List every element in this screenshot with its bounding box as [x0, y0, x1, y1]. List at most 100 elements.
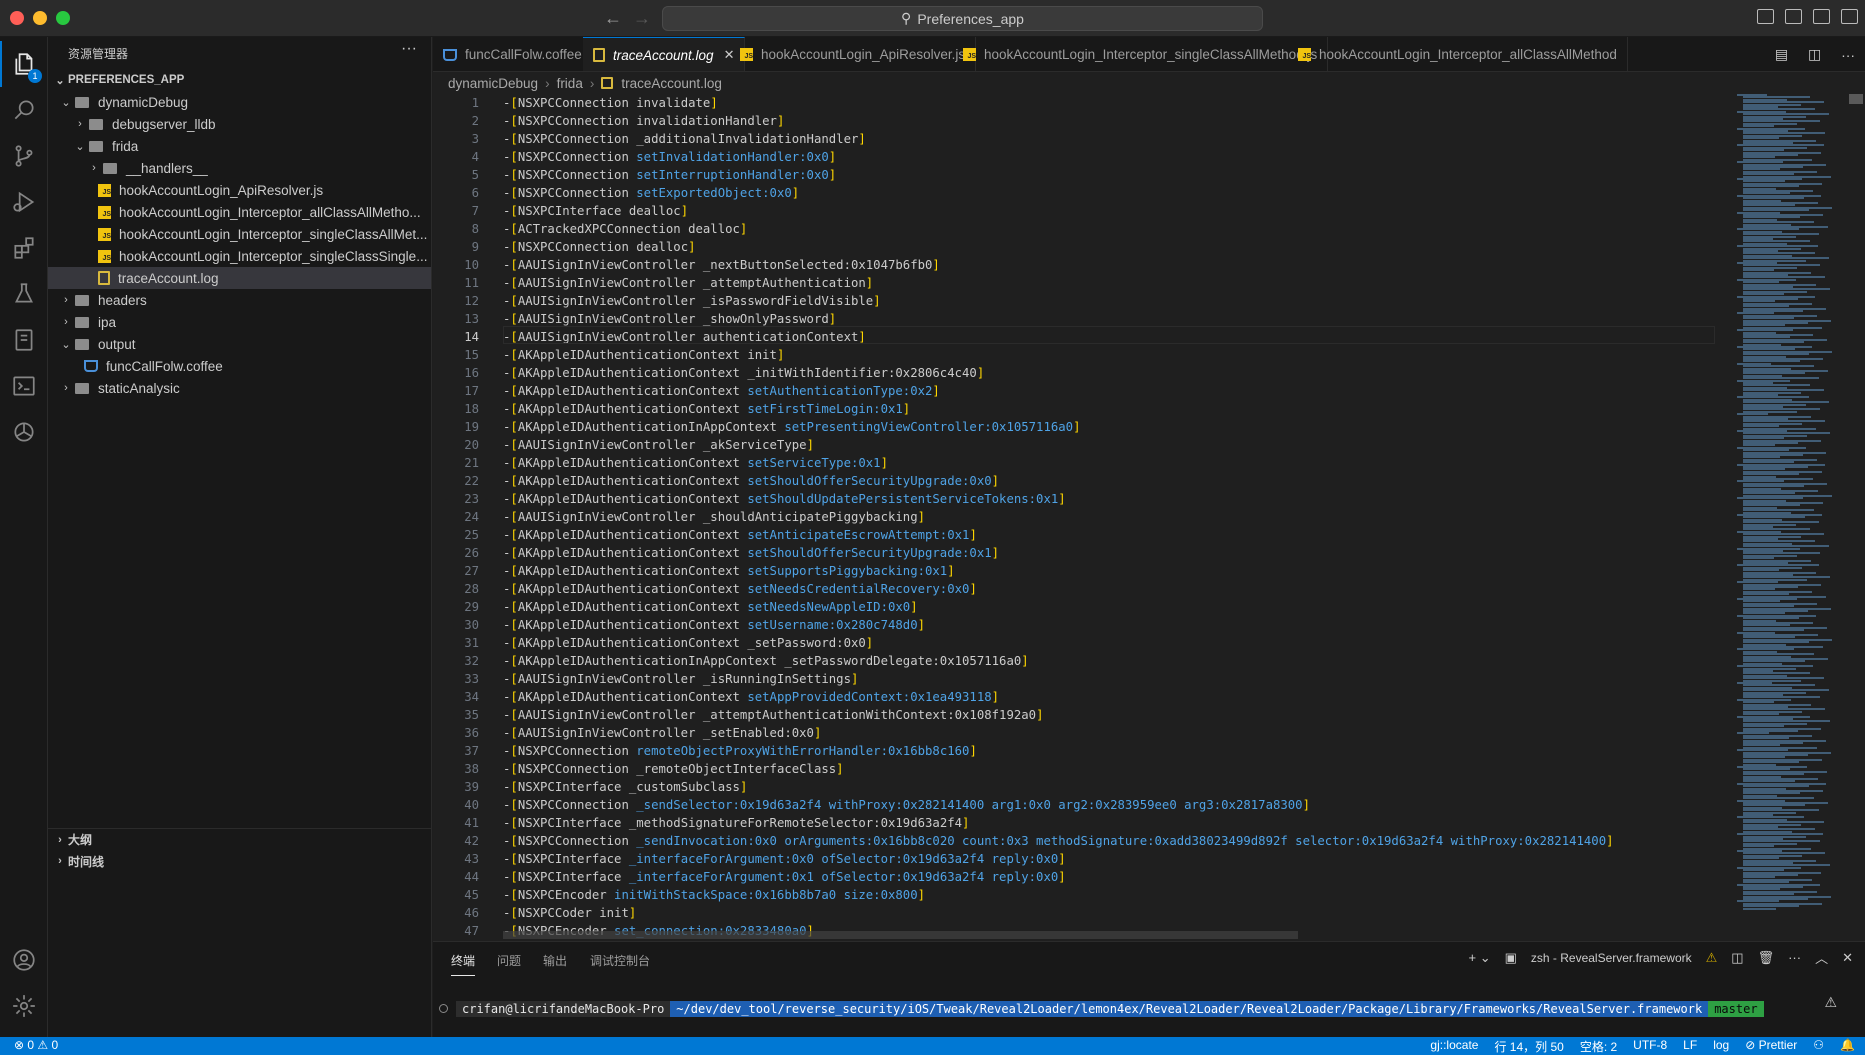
- indentation[interactable]: 空格: 2: [1580, 1038, 1617, 1055]
- split-editor-icon[interactable]: ◫: [1808, 46, 1821, 63]
- breadcrumb-item[interactable]: frida: [557, 76, 583, 91]
- line-text: -[AKAppleIDAuthenticationContext init]: [503, 348, 785, 362]
- terminal-prompt[interactable]: crifan@licrifandeMacBook-Pro ~/dev/dev_t…: [439, 1000, 1764, 1017]
- terminal-icon[interactable]: [0, 363, 48, 409]
- more-actions-icon[interactable]: ···: [1841, 47, 1855, 63]
- open-preview-icon[interactable]: ▤: [1775, 46, 1788, 63]
- workspace-root[interactable]: ⌄ PREFERENCES_APP: [48, 69, 431, 91]
- warning-icon[interactable]: ⚠: [1824, 994, 1837, 1011]
- line-number: 32: [464, 654, 479, 668]
- tree-folder[interactable]: › ipa: [48, 311, 431, 333]
- status-item[interactable]: gj::locate: [1430, 1038, 1478, 1055]
- code-line: 40 -[NSXPCConnection _sendSelector:0x19d6…: [433, 796, 1733, 814]
- outline-section[interactable]: › 大纲: [48, 828, 431, 850]
- tree-folder[interactable]: ⌄ dynamicDebug: [48, 91, 431, 113]
- editor-tab[interactable]: JS hookAccountLogin_Interceptor_allClassA…: [1288, 37, 1628, 71]
- cursor-position[interactable]: 行 14，列 50: [1494, 1038, 1563, 1055]
- source-control-icon[interactable]: [0, 133, 48, 179]
- split-terminal-icon[interactable]: ◫: [1731, 950, 1743, 966]
- tree-file[interactable]: JS hookAccountLogin_Interceptor_singleCla…: [48, 245, 431, 267]
- tab-output[interactable]: 输出: [543, 952, 567, 969]
- problems-status[interactable]: ⊗ 0 ⚠ 0: [14, 1038, 58, 1052]
- terminal-name[interactable]: zsh - RevealServer.framework: [1531, 951, 1692, 965]
- tree-file[interactable]: JS hookAccountLogin_Interceptor_allClassA…: [48, 201, 431, 223]
- tab-problems[interactable]: 问题: [497, 952, 521, 969]
- encoding[interactable]: UTF-8: [1633, 1038, 1667, 1055]
- maximize-window-button[interactable]: [56, 11, 70, 25]
- command-center-search[interactable]: ⚲ Preferences_app: [662, 6, 1263, 31]
- chevron-right-icon: ›: [589, 75, 595, 91]
- editor-tab[interactable]: traceAccount.log ✕: [583, 37, 746, 71]
- kill-terminal-icon[interactable]: 🗑: [1758, 950, 1775, 966]
- line-text: -[NSXPCConnection setExportedObject:0x0]: [503, 186, 800, 200]
- line-ending[interactable]: LF: [1683, 1038, 1697, 1055]
- folder-icon: [74, 96, 90, 108]
- breadcrumb-item[interactable]: dynamicDebug: [448, 76, 538, 91]
- accounts-icon[interactable]: ⚇: [1813, 1038, 1824, 1055]
- code-line: 1 -[NSXPCConnection invalidate]: [433, 94, 1733, 112]
- tree-folder[interactable]: ⌄ output: [48, 333, 431, 355]
- run-debug-icon[interactable]: [0, 179, 48, 225]
- js-file-icon: JS: [98, 227, 111, 241]
- minimize-window-button[interactable]: [33, 11, 47, 25]
- tree-file[interactable]: JS hookAccountLogin_Interceptor_singleCla…: [48, 223, 431, 245]
- close-window-button[interactable]: [10, 11, 24, 25]
- more-actions-icon[interactable]: ···: [401, 40, 417, 58]
- line-number: 40: [464, 798, 479, 812]
- line-text: -[AKAppleIDAuthenticationContext setShou…: [503, 474, 1000, 488]
- timeline-section[interactable]: › 时间线: [48, 850, 431, 872]
- explorer-icon[interactable]: 1: [0, 41, 48, 87]
- line-text: -[NSXPCConnection remoteObjectProxyWithE…: [503, 744, 977, 758]
- toggle-secondary-sidebar-icon[interactable]: [1813, 9, 1830, 24]
- tree-file[interactable]: funcCallFolw.coffee: [48, 355, 431, 377]
- notifications-icon[interactable]: 🔔: [1840, 1038, 1855, 1055]
- openai-icon[interactable]: [0, 409, 48, 455]
- tree-file[interactable]: JS hookAccountLogin_ApiResolver.js: [48, 179, 431, 201]
- more-actions-icon[interactable]: ···: [1788, 950, 1801, 965]
- prompt-user: crifan@licrifandeMacBook-Pro: [456, 1000, 671, 1017]
- tree-folder[interactable]: › debugserver_lldb: [48, 113, 431, 135]
- tree-file[interactable]: traceAccount.log: [48, 267, 431, 289]
- remote-explorer-icon[interactable]: [0, 317, 48, 363]
- tree-folder[interactable]: ⌄ frida: [48, 135, 431, 157]
- minimap[interactable]: [1733, 94, 1853, 941]
- prettier-status[interactable]: ⊘ Prettier: [1745, 1038, 1797, 1055]
- line-text: -[AAUISignInViewController _setEnabled:0…: [503, 726, 822, 740]
- horizontal-scrollbar[interactable]: [503, 931, 1298, 939]
- forward-arrow-icon[interactable]: →: [633, 8, 651, 29]
- close-panel-icon[interactable]: ✕: [1842, 950, 1853, 966]
- line-text: -[AAUISignInViewController _akServiceTyp…: [503, 438, 814, 452]
- back-arrow-icon[interactable]: ←: [604, 8, 622, 29]
- line-text: -[AKAppleIDAuthenticationContext _initWi…: [503, 366, 985, 380]
- editor-tab[interactable]: JS hookAccountLogin_Interceptor_singleCla…: [953, 37, 1329, 71]
- line-text: -[AKAppleIDAuthenticationInAppContext _s…: [503, 654, 1029, 668]
- tree-folder[interactable]: › __handlers__: [48, 157, 431, 179]
- extensions-icon[interactable]: [0, 225, 48, 271]
- settings-gear-icon[interactable]: [0, 983, 48, 1029]
- toggle-panel-icon[interactable]: [1785, 9, 1802, 24]
- panel-actions: + ⌄ ▣ zsh - RevealServer.framework ⚠ ◫ 🗑…: [1468, 948, 1853, 967]
- line-number: 12: [464, 294, 479, 308]
- tab-terminal[interactable]: 终端: [451, 952, 476, 976]
- tab-debug-console[interactable]: 调试控制台: [590, 952, 650, 969]
- code-line: 6 -[NSXPCConnection setExportedObject:0x0…: [433, 184, 1733, 202]
- code-editor[interactable]: 1 -[NSXPCConnection invalidate] 2 -[NSXPCCo…: [433, 94, 1865, 941]
- line-number: 27: [464, 564, 479, 578]
- maximize-panel-icon[interactable]: ︿: [1815, 948, 1828, 967]
- js-file-icon: JS: [98, 183, 111, 197]
- new-terminal-icon[interactable]: + ⌄: [1468, 950, 1490, 966]
- language-mode[interactable]: log: [1713, 1038, 1729, 1055]
- account-icon[interactable]: [0, 937, 48, 983]
- toggle-sidebar-icon[interactable]: [1757, 9, 1774, 24]
- editor-tab[interactable]: JS hookAccountLogin_ApiResolver.js: [730, 37, 977, 71]
- tree-folder[interactable]: › headers: [48, 289, 431, 311]
- breadcrumb-item[interactable]: traceAccount.log: [621, 76, 722, 91]
- coffee-file-icon: [84, 360, 98, 372]
- testing-icon[interactable]: [0, 271, 48, 317]
- search-icon[interactable]: [0, 87, 48, 133]
- vertical-scrollbar[interactable]: [1849, 94, 1863, 104]
- customize-layout-icon[interactable]: [1841, 9, 1858, 24]
- line-number: 34: [464, 690, 479, 704]
- activity-bar: 1: [0, 37, 48, 1037]
- tree-folder[interactable]: › staticAnalysic: [48, 377, 431, 399]
